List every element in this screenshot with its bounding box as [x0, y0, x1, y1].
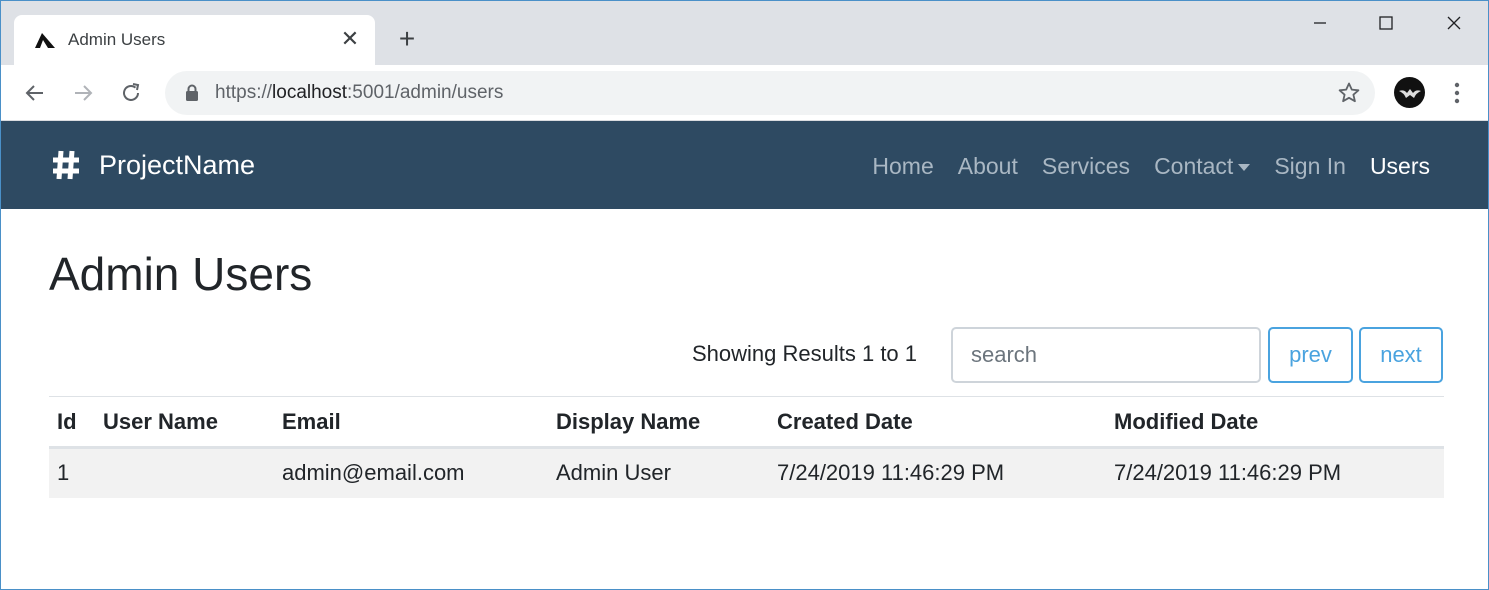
lock-icon: [186, 84, 198, 101]
browser-toolbar: https://localhost:5001/admin/users: [1, 65, 1488, 121]
cell-user-name: [95, 447, 274, 498]
browser-window: Admin Users ✕ + https://localhost:5001/a…: [0, 0, 1489, 590]
tab-close-icon[interactable]: ✕: [340, 28, 360, 50]
forward-arrow-icon[interactable]: [69, 79, 97, 107]
brand-link[interactable]: ProjectName: [51, 149, 255, 181]
nav-users[interactable]: Users: [1370, 153, 1430, 180]
cell-modified-date: 7/24/2019 11:46:29 PM: [1106, 447, 1444, 498]
results-count: Showing Results 1 to 1: [692, 341, 918, 366]
column-header-modified-date: Modified Date: [1106, 396, 1444, 449]
table-row[interactable]: 1 admin@email.com Admin User 7/24/2019 1…: [49, 447, 1444, 498]
brand-name: ProjectName: [99, 149, 256, 180]
nav-home[interactable]: Home: [872, 153, 933, 180]
cell-id: 1: [49, 447, 95, 498]
profile-avatar-icon[interactable]: [1394, 77, 1425, 108]
column-header-id: Id: [49, 396, 95, 449]
new-tab-icon[interactable]: +: [393, 25, 421, 55]
nav-sign-in[interactable]: Sign In: [1274, 153, 1346, 180]
tab-strip: Admin Users ✕ +: [1, 1, 1488, 65]
column-header-created-date: Created Date: [769, 396, 1106, 449]
nav-contact-label: Contact: [1154, 153, 1234, 179]
minimize-icon[interactable]: [1297, 9, 1343, 41]
users-table: Id User Name Email Display Name Created …: [49, 396, 1444, 498]
back-arrow-icon[interactable]: [21, 79, 49, 107]
prev-button[interactable]: prev: [1268, 327, 1353, 383]
page-title: Admin Users: [49, 248, 313, 300]
tab-title: Admin Users: [68, 30, 166, 49]
search-input[interactable]: [951, 327, 1261, 383]
nav-services[interactable]: Services: [1042, 153, 1130, 180]
cell-created-date: 7/24/2019 11:46:29 PM: [769, 447, 1106, 498]
window-close-icon[interactable]: [1431, 9, 1477, 41]
url-text: https://localhost:5001/admin/users: [215, 82, 504, 103]
site-navbar: ProjectName Home About Services Contact …: [1, 121, 1488, 209]
column-header-display-name: Display Name: [548, 396, 769, 449]
caret-down-icon: [1238, 164, 1251, 171]
cell-display-name: Admin User: [548, 447, 769, 498]
bookmark-star-icon[interactable]: [1337, 81, 1361, 105]
maximize-icon[interactable]: [1363, 9, 1409, 41]
nav-links: Home About Services Contact Sign In User…: [848, 153, 1430, 180]
column-header-email: Email: [274, 396, 548, 449]
browser-tab[interactable]: Admin Users ✕: [14, 15, 375, 65]
table-header-row: Id User Name Email Display Name Created …: [49, 396, 1444, 449]
nav-about[interactable]: About: [958, 153, 1018, 180]
next-button[interactable]: next: [1359, 327, 1443, 383]
hashtag-icon: [53, 150, 79, 180]
site-favicon-icon: [35, 33, 55, 48]
address-bar[interactable]: https://localhost:5001/admin/users: [165, 71, 1375, 115]
more-menu-icon[interactable]: [1445, 79, 1469, 107]
nav-contact-dropdown[interactable]: Contact: [1154, 153, 1251, 180]
column-header-user-name: User Name: [95, 396, 274, 449]
cell-email: admin@email.com: [274, 447, 548, 498]
reload-icon[interactable]: [117, 79, 145, 107]
